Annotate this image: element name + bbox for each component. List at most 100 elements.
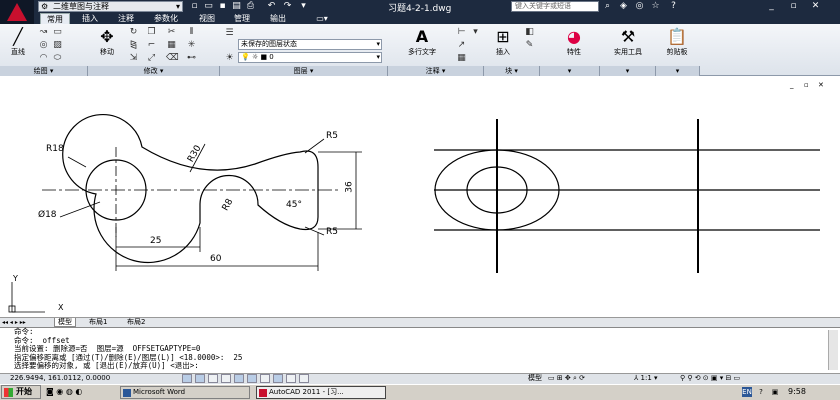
mirror-icon[interactable]: ⧎ [128,40,139,50]
polar-toggle[interactable] [221,374,231,383]
viewport-close-icon[interactable]: ✕ [818,81,824,89]
plot-icon[interactable]: ⎙ [245,1,256,12]
drawing-canvas[interactable]: R18 R30 R5 R5 R8 Ø18 36 25 60 45° Y X _ … [0,77,840,317]
layer-panel-title[interactable]: 图层 ▾ [220,66,388,76]
qp-toggle[interactable] [299,374,309,383]
network-icon[interactable]: ▣ [770,387,780,397]
lwt-toggle[interactable] [286,374,296,383]
rotate-icon[interactable]: ↻ [128,27,139,37]
move-button[interactable]: ✥ 移动 [92,27,122,57]
quick-launch-icons[interactable]: ◙ ◉ ◍ ◐ [46,386,82,398]
offset-icon[interactable]: ⫴ [186,27,197,37]
clipboard-panel-footer[interactable]: ▾ [656,66,700,76]
explode-icon[interactable]: ✳ [186,40,197,50]
erase-icon[interactable]: ⌫ [166,53,179,63]
task-autocad[interactable]: AutoCAD 2011 - [习... [256,386,386,399]
ellipse-icon[interactable]: ⬭ [52,53,63,63]
tab-manage[interactable]: 管理 [228,13,256,24]
polyline-icon[interactable]: ↝ [38,27,49,37]
tab-insert[interactable]: 插入 [76,13,104,24]
ribbon-minimize-icon[interactable]: ▭▾ [312,13,332,24]
save-icon[interactable]: ▪ [217,1,228,12]
layer-lightbulb-icon[interactable]: ☀ [224,53,235,63]
annotation-panel-title[interactable]: 注释 ▾ [388,66,484,76]
close-icon[interactable]: ✕ [810,1,821,12]
properties-panel-footer[interactable]: ▾ [540,66,600,76]
rectangle-icon[interactable]: ▭ [52,27,63,37]
open-file-icon[interactable]: ▭ [203,1,214,12]
help-icon[interactable]: ? [668,1,679,12]
multileader-icon[interactable]: ↗ [456,40,467,50]
status-view-icons[interactable]: ▭ ⊞ ✥ ⌕ ⟳ [548,373,585,384]
properties-button[interactable]: ◕ 特性 [552,27,596,57]
search-icon[interactable]: ⌕ [602,1,613,12]
language-indicator[interactable]: EN [742,387,752,397]
save-as-icon[interactable]: ▤ [231,1,242,12]
osnap-toggle[interactable] [234,374,244,383]
redo-icon[interactable]: ↷ [282,1,293,12]
model-button[interactable]: 模型 [528,373,542,384]
table-icon[interactable]: ▦ [456,53,467,63]
utilities-button[interactable]: ⚒ 实用工具 [604,27,652,57]
favorites-icon[interactable]: ☆ [650,1,661,12]
tab-output[interactable]: 输出 [264,13,292,24]
trim-icon[interactable]: ✂ [166,27,177,37]
ortho-toggle[interactable] [208,374,218,383]
new-file-icon[interactable]: ▫ [189,1,200,12]
task-word[interactable]: Microsoft Word [120,386,250,399]
viewport-restore-icon[interactable]: ▫ [804,81,809,89]
workspace-selector[interactable]: ⚙ 二维草图与注释 ▾ [38,1,183,12]
fillet-icon[interactable]: ⌐ [146,40,157,50]
command-window[interactable]: 命令: 命令: offset 当前设置: 删除源=否 图层=源 OFFSETGA… [0,327,840,373]
edit-block-icon[interactable]: ✎ [524,40,535,50]
dimension-icon[interactable]: ⊢ [456,27,467,37]
command-scrollbar[interactable] [828,330,838,370]
help-tray-icon[interactable]: ? [756,387,766,397]
tab-view[interactable]: 视图 [193,13,221,24]
search-input[interactable]: 键入关键字或短语 [511,1,599,12]
hatch-icon[interactable]: ▨ [52,40,63,50]
minimize-icon[interactable]: _ [766,1,777,12]
tab-home[interactable]: 常用 [40,13,70,24]
copy-icon[interactable]: ❐ [146,27,157,37]
arc-icon[interactable]: ◠ [38,53,49,63]
subscription-icon[interactable]: ◈ [618,1,629,12]
undo-icon[interactable]: ↶ [266,1,277,12]
scale-icon[interactable]: ⤢ [146,53,157,63]
draw-panel-title[interactable]: 绘图 ▾ [0,66,88,76]
dyn-toggle[interactable] [273,374,283,383]
create-block-icon[interactable]: ◧ [524,27,535,37]
application-menu-button[interactable] [0,0,34,26]
array-icon[interactable]: ▦ [166,40,177,50]
grid-toggle[interactable] [195,374,205,383]
ducs-toggle[interactable] [260,374,270,383]
join-icon[interactable]: ⊷ [186,53,197,63]
communication-center-icon[interactable]: ◎ [634,1,645,12]
line-button[interactable]: ╱ 直线 [4,27,32,57]
status-tray-icons[interactable]: ⚲ ⚲ ⟲ ⊙ ▣ ▾ ⊟ ▭ [680,373,740,384]
layout-nav-icons[interactable]: ◂◂ ◂ ▸ ▸▸ [2,318,50,327]
circle-icon[interactable]: ◎ [38,40,49,50]
insert-block-button[interactable]: ⊞ 插入 [488,27,518,57]
layer-properties-icon[interactable]: ☰ [224,28,235,38]
stretch-icon[interactable]: ⇲ [128,53,139,63]
quick-access-dropdown-icon[interactable]: ▾ [298,1,309,12]
modify-panel-title[interactable]: 修改 ▾ [88,66,220,76]
start-button[interactable]: 开始 [1,385,41,399]
coordinates-readout[interactable]: 226.9494, 161.0112, 0.0000 [10,373,110,384]
annotation-scale[interactable]: ⅄ 1:1 ▾ [634,373,658,384]
layer-state-select[interactable]: 未保存的图层状态 ▾ [238,39,382,50]
tab-layout1[interactable]: 布局1 [86,318,110,327]
mtext-button[interactable]: A 多行文字 [400,27,444,57]
restore-icon[interactable]: ▫ [788,1,799,12]
tab-parametric[interactable]: 参数化 [146,13,186,24]
snap-toggle[interactable] [182,374,192,383]
layer-select[interactable]: 💡 ☼ ■ 0 ▾ [238,52,382,63]
utilities-panel-footer[interactable]: ▾ [600,66,656,76]
viewport-minimize-icon[interactable]: _ [790,81,794,89]
tab-annotate[interactable]: 注释 [112,13,140,24]
tab-model[interactable]: 模型 [54,318,76,327]
tab-layout2[interactable]: 布局2 [124,318,148,327]
dimension-dropdown-icon[interactable]: ▾ [470,27,481,37]
clipboard-button[interactable]: 📋 剪贴板 [660,27,694,57]
